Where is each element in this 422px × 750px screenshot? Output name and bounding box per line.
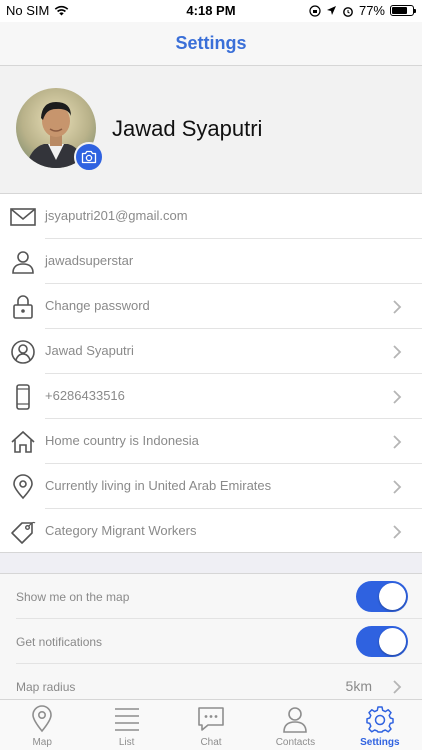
category-row[interactable]: Category Migrant Workers bbox=[0, 509, 422, 554]
chevron-right-icon bbox=[393, 480, 402, 494]
tab-bar: Map List Chat Contacts Settings bbox=[0, 699, 422, 750]
email-value: jsyaputri201@gmail.com bbox=[45, 208, 188, 223]
phone-value: +6286433516 bbox=[45, 388, 125, 403]
show-on-map-label: Show me on the map bbox=[16, 590, 130, 604]
tab-list[interactable]: List bbox=[84, 700, 168, 750]
full-name-value: Jawad Syaputri bbox=[45, 343, 134, 358]
status-right: 77% bbox=[309, 3, 416, 18]
change-password-label: Change password bbox=[45, 298, 150, 313]
page-title: Settings bbox=[175, 33, 247, 53]
tab-chat[interactable]: Chat bbox=[169, 700, 253, 750]
chevron-right-icon bbox=[393, 525, 402, 539]
toggle-knob bbox=[379, 583, 406, 610]
user-circle-icon bbox=[11, 340, 35, 364]
show-on-map-row: Show me on the map bbox=[0, 574, 422, 619]
profile-name: Jawad Syaputri bbox=[112, 116, 263, 141]
preferences-list: Show me on the map Get notifications Map… bbox=[0, 574, 422, 709]
notifications-row: Get notifications bbox=[0, 619, 422, 664]
user-icon bbox=[12, 251, 34, 274]
change-password-row[interactable]: Change password bbox=[0, 284, 422, 329]
orientation-lock-icon bbox=[309, 4, 321, 17]
profile-header: Jawad Syaputri bbox=[0, 66, 422, 194]
map-radius-value: 5km bbox=[345, 678, 372, 694]
profile-info-list: jsyaputri201@gmail.com jawadsuperstar Ch… bbox=[0, 194, 422, 554]
map-pin-icon bbox=[32, 705, 53, 733]
tab-map[interactable]: Map bbox=[0, 700, 84, 750]
chevron-right-icon bbox=[393, 680, 402, 694]
toggle-knob bbox=[379, 628, 406, 655]
home-country-row[interactable]: Home country is Indonesia bbox=[0, 419, 422, 464]
contacts-icon bbox=[283, 707, 308, 733]
section-separator bbox=[0, 552, 422, 574]
chevron-right-icon bbox=[393, 390, 402, 404]
phone-icon bbox=[16, 384, 30, 410]
tab-chat-label: Chat bbox=[200, 737, 222, 748]
phone-row[interactable]: +6286433516 bbox=[0, 374, 422, 419]
current-location-value: Currently living in United Arab Emirates bbox=[45, 478, 272, 493]
category-value: Category Migrant Workers bbox=[45, 523, 197, 538]
username-row: jawadsuperstar bbox=[0, 239, 422, 284]
notifications-toggle[interactable] bbox=[356, 626, 408, 657]
tag-icon bbox=[11, 521, 36, 544]
location-pin-icon bbox=[13, 474, 33, 500]
list-icon bbox=[114, 708, 139, 731]
home-country-value: Home country is Indonesia bbox=[45, 433, 199, 448]
nav-bar: Settings bbox=[0, 22, 422, 66]
current-location-row[interactable]: Currently living in United Arab Emirates bbox=[0, 464, 422, 509]
status-bar: No SIM 4:18 PM 77% bbox=[0, 0, 422, 22]
map-radius-label: Map radius bbox=[16, 680, 76, 694]
location-arrow-icon bbox=[326, 6, 336, 15]
gear-icon bbox=[366, 706, 394, 733]
chevron-right-icon bbox=[393, 345, 402, 359]
battery-percent: 77% bbox=[358, 3, 385, 18]
tab-map-label: Map bbox=[32, 737, 52, 748]
chevron-right-icon bbox=[393, 300, 402, 314]
tab-contacts-label: Contacts bbox=[275, 737, 316, 748]
chevron-right-icon bbox=[393, 435, 402, 449]
change-photo-button[interactable] bbox=[74, 142, 104, 172]
show-on-map-toggle[interactable] bbox=[356, 581, 408, 612]
chat-icon bbox=[198, 707, 224, 731]
notifications-label: Get notifications bbox=[16, 635, 103, 649]
lock-icon bbox=[13, 295, 33, 319]
home-icon bbox=[11, 430, 35, 453]
tab-contacts[interactable]: Contacts bbox=[253, 700, 337, 750]
battery-icon bbox=[390, 5, 416, 16]
tab-settings-label: Settings bbox=[360, 737, 400, 748]
tab-settings[interactable]: Settings bbox=[338, 700, 422, 750]
tab-list-label: List bbox=[118, 737, 135, 748]
camera-icon bbox=[81, 150, 97, 164]
mail-icon bbox=[10, 208, 36, 226]
email-row: jsyaputri201@gmail.com bbox=[0, 194, 422, 239]
alarm-icon bbox=[343, 6, 353, 17]
username-value: jawadsuperstar bbox=[45, 253, 134, 268]
full-name-row[interactable]: Jawad Syaputri bbox=[0, 329, 422, 374]
battery-fill bbox=[392, 7, 408, 14]
